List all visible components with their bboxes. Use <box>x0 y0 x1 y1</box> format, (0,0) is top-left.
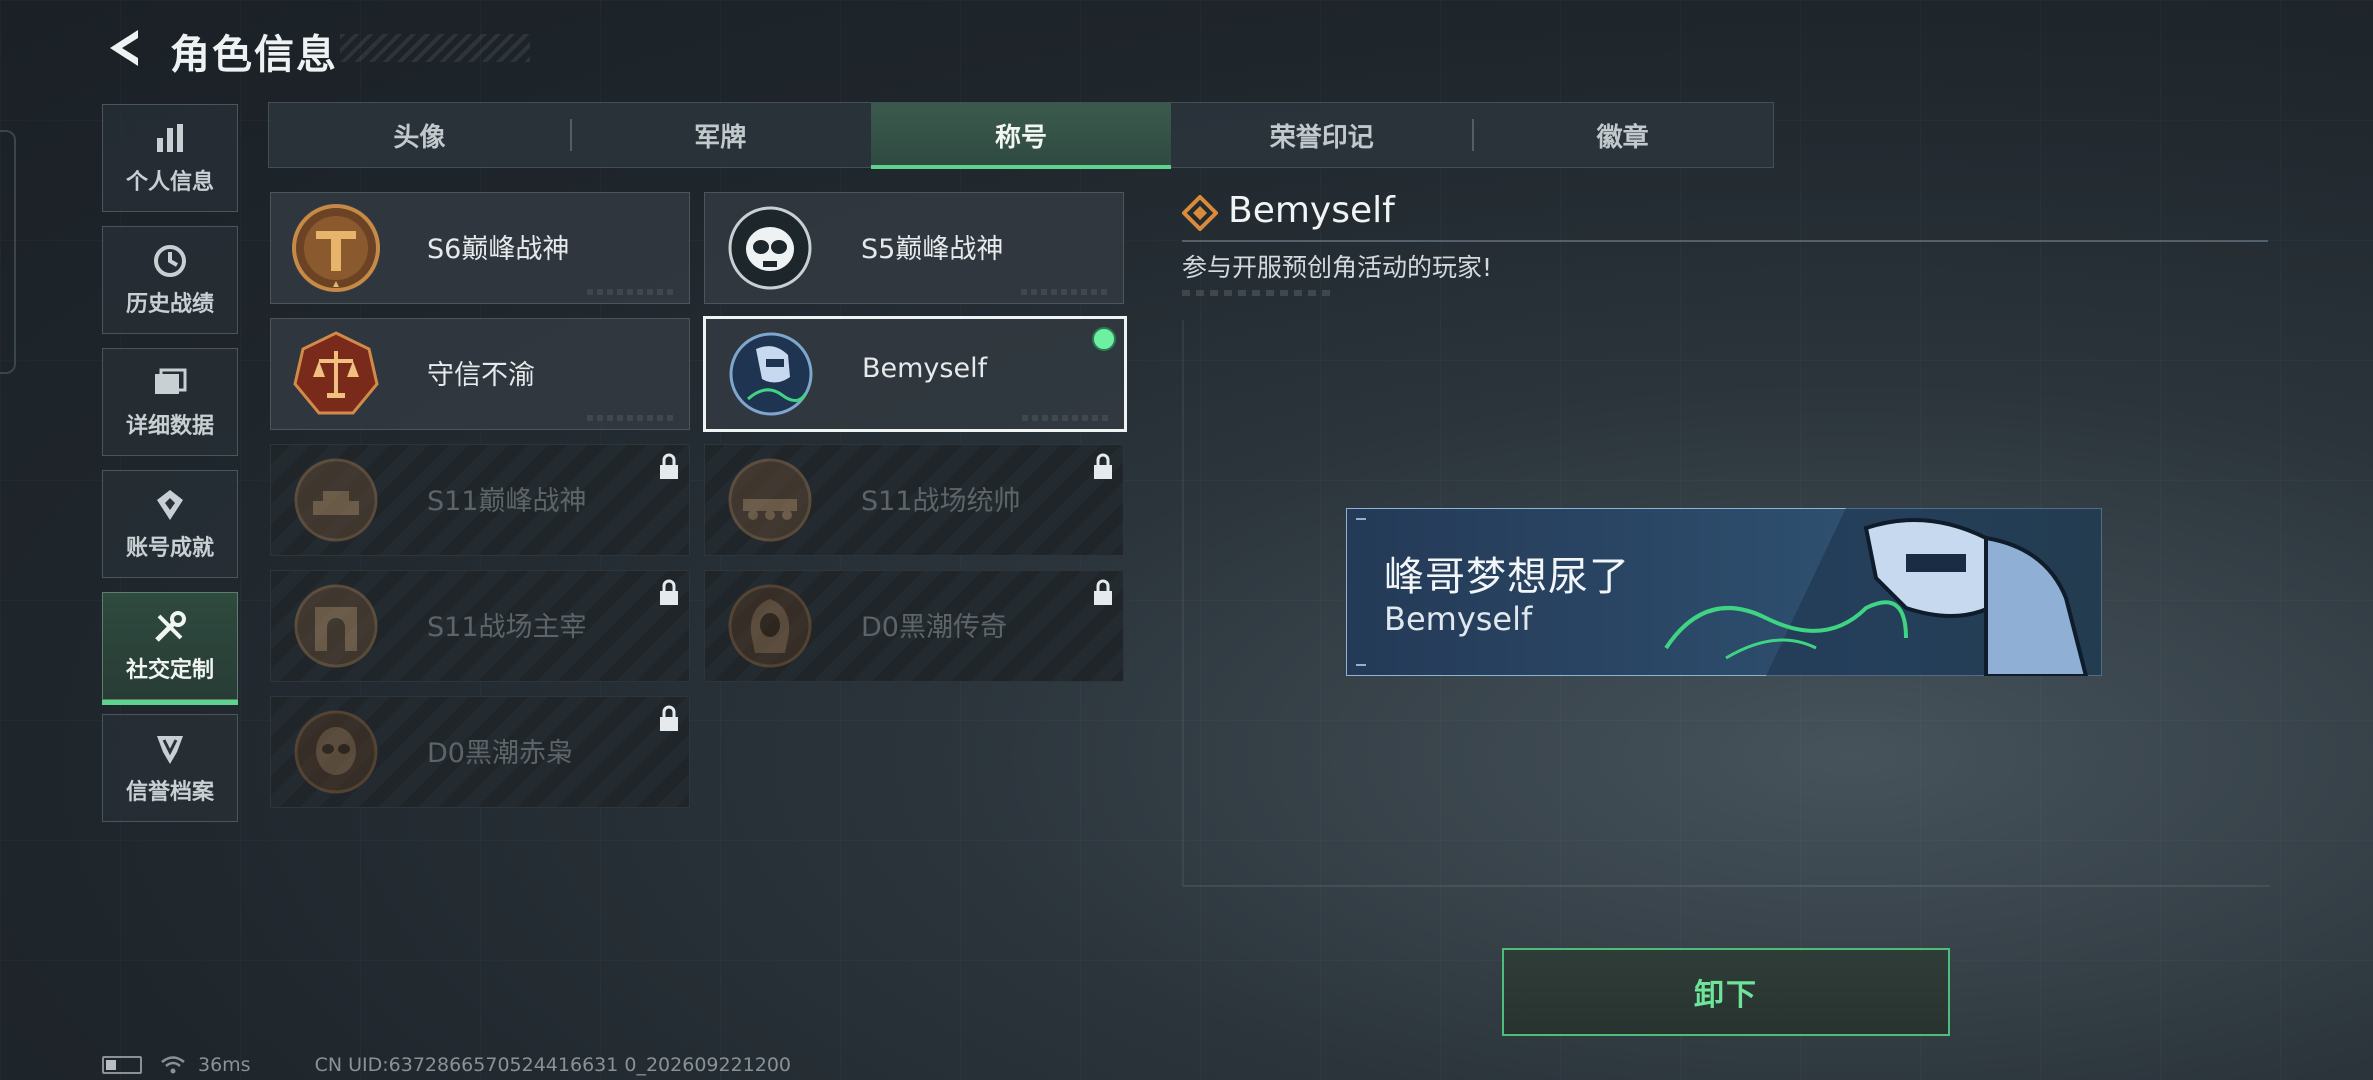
nav-item-social-custom[interactable]: 社交定制 <box>102 592 238 705</box>
equipped-indicator <box>1092 327 1116 351</box>
tab-dog-tag[interactable]: 军牌 <box>569 103 871 167</box>
nav-item-achievements[interactable]: 账号成就 <box>102 470 238 578</box>
nav-item-history[interactable]: 历史战绩 <box>102 226 238 334</box>
unequip-button[interactable]: 卸下 <box>1502 948 1950 1036</box>
achievement-icon <box>157 490 183 520</box>
wifi-icon <box>161 1056 185 1074</box>
card-decoration <box>587 289 677 295</box>
title-banner-preview: 峰哥梦想尿了 Bemyself <box>1346 508 2102 676</box>
battery-icon <box>102 1056 142 1074</box>
tab-bar: 头像 军牌 称号 荣誉印记 徽章 <box>268 102 1774 169</box>
side-handle <box>0 130 16 374</box>
nav-label: 个人信息 <box>125 170 214 195</box>
folder-icon <box>155 368 187 394</box>
banner-title: 峰哥梦想尿了 <box>1384 554 1630 600</box>
title-name: D0黑潮赤枭 <box>427 738 573 769</box>
ping-text: 36ms <box>198 1054 251 1076</box>
uid-text: CN UID:6372866570524416631 0_20260922120… <box>314 1054 792 1076</box>
title-name: S11战场统帅 <box>861 486 1021 517</box>
medal-hooded-figure-icon <box>728 584 812 668</box>
tab-title[interactable]: 称号 <box>870 103 1172 169</box>
medal-armored-vehicle-icon <box>728 458 812 542</box>
nav-label: 账号成就 <box>125 536 214 561</box>
title-card-locked[interactable]: S11战场统帅 <box>704 444 1124 556</box>
title-diamond-icon <box>1182 195 1218 231</box>
nav-label: 社交定制 <box>125 658 214 683</box>
reputation-shield-icon <box>157 736 183 764</box>
tools-icon <box>155 611 186 642</box>
nav-label: 详细数据 <box>125 414 214 439</box>
medal-skull-mask-icon <box>294 710 378 794</box>
title-name: 守信不渝 <box>427 360 535 391</box>
lock-icon <box>660 453 678 479</box>
medal-scales-icon <box>293 331 379 415</box>
card-decoration <box>1021 289 1111 295</box>
title-name: S11战场主宰 <box>427 612 587 643</box>
nav-item-reputation[interactable]: 信誉档案 <box>102 714 238 822</box>
page-title: 角色信息 <box>170 32 338 78</box>
nav-label: 信誉档案 <box>125 780 214 805</box>
title-card[interactable]: 守信不渝 <box>270 318 690 430</box>
tab-badge[interactable]: 徽章 <box>1472 103 1773 167</box>
title-name: S11巅峰战神 <box>427 486 587 517</box>
detail-description: 参与开服预创角活动的玩家! <box>1182 253 1493 282</box>
history-clock-icon <box>154 245 186 277</box>
description-decoration <box>1182 290 1332 296</box>
title-card-selected[interactable]: Bemyself <box>703 316 1127 432</box>
title-card[interactable]: S5巅峰战神 <box>704 192 1124 304</box>
card-decoration <box>587 415 677 421</box>
medal-t-emblem-icon <box>292 204 380 292</box>
nav-label: 历史战绩 <box>125 292 214 317</box>
title-decoration <box>340 34 530 62</box>
title-name: S5巅峰战神 <box>861 234 1004 265</box>
lock-icon <box>1094 579 1112 605</box>
banner-subtitle: Bemyself <box>1384 600 1533 638</box>
detail-divider <box>1182 240 2268 242</box>
title-card[interactable]: S6巅峰战神 <box>270 192 690 304</box>
bar-chart-icon <box>157 124 183 152</box>
title-card-locked[interactable]: S11巅峰战神 <box>270 444 690 556</box>
nav-item-detailed-data[interactable]: 详细数据 <box>102 348 238 456</box>
lock-icon <box>660 705 678 731</box>
lock-icon <box>660 579 678 605</box>
title-name: S6巅峰战神 <box>427 234 570 265</box>
medal-arch-icon <box>294 584 378 668</box>
title-card-locked[interactable]: S11战场主宰 <box>270 570 690 682</box>
tab-honor-mark[interactable]: 荣誉印记 <box>1171 103 1472 167</box>
title-name: Bemyself <box>862 353 988 384</box>
medal-tank-icon <box>294 458 378 542</box>
lock-icon <box>1094 453 1112 479</box>
medal-robot-signature-icon <box>729 332 813 416</box>
tab-avatar[interactable]: 头像 <box>269 103 570 167</box>
back-arrow-icon[interactable] <box>100 24 148 72</box>
detail-title-name: Bemyself <box>1228 190 1395 231</box>
nav-item-personal-info[interactable]: 个人信息 <box>102 104 238 212</box>
title-name: D0黑潮传奇 <box>861 612 1007 643</box>
medal-skull-icon <box>728 206 812 290</box>
card-decoration <box>1022 415 1112 421</box>
title-card-locked[interactable]: D0黑潮赤枭 <box>270 696 690 808</box>
title-card-locked[interactable]: D0黑潮传奇 <box>704 570 1124 682</box>
status-bar: 36ms CN UID:6372866570524416631 0_202609… <box>102 1054 791 1076</box>
